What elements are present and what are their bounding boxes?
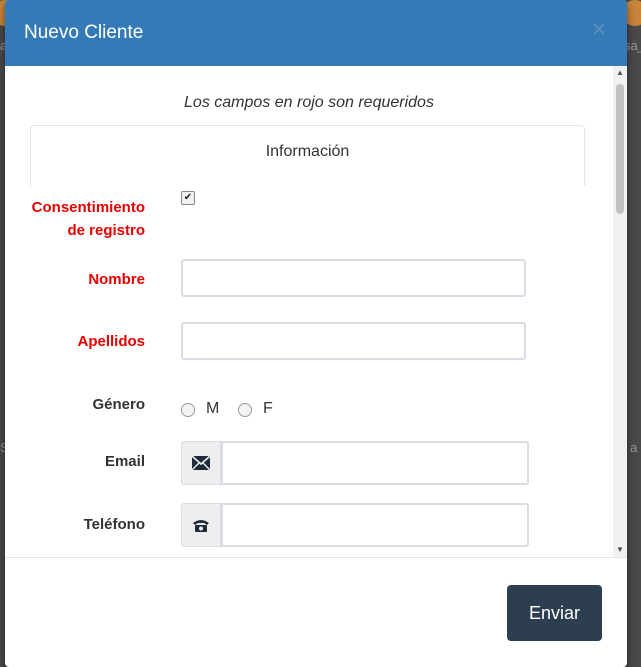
- modal-scrollbar[interactable]: ▲ ▼: [613, 66, 627, 557]
- genero-label-m: M: [206, 400, 220, 417]
- nombre-label: Nombre: [88, 271, 145, 288]
- genero-label: Género: [92, 396, 145, 413]
- modal-footer: Enviar: [5, 557, 627, 667]
- telefono-input[interactable]: [221, 503, 529, 547]
- modal-title: Nuevo Cliente: [24, 22, 144, 43]
- modal-body: Los campos en rojo son requeridos Inform…: [5, 66, 613, 557]
- email-addon: [181, 441, 221, 485]
- scroll-up-arrow-icon[interactable]: ▲: [613, 66, 627, 80]
- scroll-down-arrow-icon[interactable]: ▼: [613, 543, 627, 557]
- background-side-right: a: [630, 440, 638, 455]
- genero-label-f: F: [263, 400, 273, 417]
- telefono-label: Teléfono: [83, 516, 145, 533]
- apellidos-input[interactable]: [181, 322, 526, 360]
- phone-icon: [193, 519, 209, 532]
- consent-label-line1: Consentimiento: [31, 199, 145, 216]
- close-button[interactable]: ×: [589, 18, 609, 42]
- modal-header: Nuevo Cliente ×: [5, 0, 627, 66]
- telefono-addon: [181, 503, 221, 547]
- consent-label-line2: de registro: [67, 222, 145, 239]
- nombre-input[interactable]: [181, 259, 526, 297]
- submit-button[interactable]: Enviar: [507, 585, 602, 641]
- genero-radio-m[interactable]: [181, 403, 195, 417]
- new-client-modal: Nuevo Cliente × Los campos en rojo son r…: [5, 0, 627, 667]
- apellidos-label: Apellidos: [77, 333, 145, 350]
- required-fields-note: Los campos en rojo son requeridos: [184, 94, 434, 111]
- tab-label: Información: [265, 143, 350, 160]
- tab-informacion[interactable]: Información: [30, 125, 585, 186]
- consent-checkbox[interactable]: ✔: [181, 191, 195, 205]
- email-label: Email: [104, 453, 145, 470]
- envelope-icon: [192, 456, 210, 470]
- consent-label: Consentimiento de registro: [5, 196, 145, 242]
- email-input[interactable]: [221, 441, 529, 485]
- genero-radio-f[interactable]: [238, 403, 252, 417]
- scroll-thumb[interactable]: [616, 84, 624, 214]
